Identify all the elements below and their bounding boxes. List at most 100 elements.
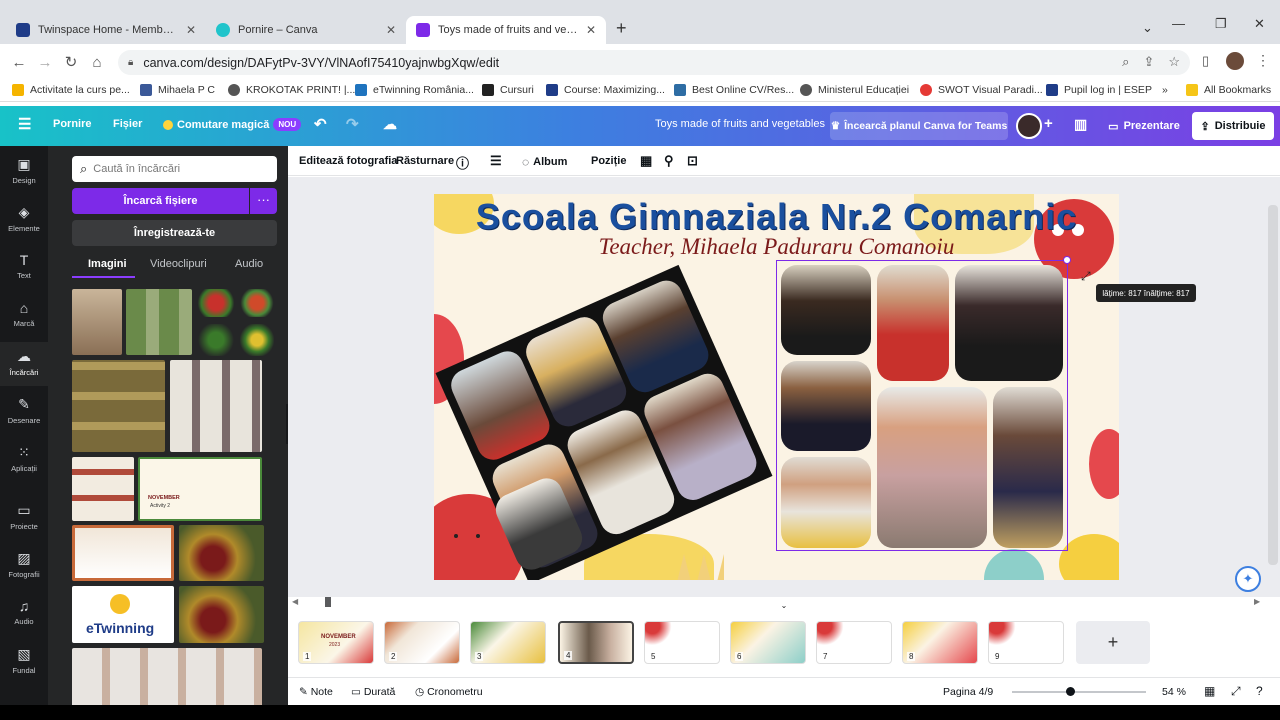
page-thumbnail[interactable]: 9 bbox=[988, 621, 1064, 664]
tab-videos[interactable]: Videoclipuri bbox=[150, 258, 207, 270]
slide-page[interactable]: Scoala Gimnaziala Nr.2 Comarnic Teacher,… bbox=[434, 194, 1119, 580]
add-collaborator-icon[interactable]: + bbox=[1044, 115, 1053, 132]
upload-more-options-button[interactable]: ··· bbox=[250, 188, 277, 214]
scroll-left-icon[interactable]: ◀ bbox=[292, 597, 298, 606]
tab-images[interactable]: Imagini bbox=[88, 258, 127, 270]
rail-draw[interactable]: ✎ Desenare bbox=[0, 396, 48, 425]
rail-uploads[interactable]: ☁ Încărcări bbox=[0, 342, 48, 386]
upload-files-button[interactable]: Încarcă fișiere bbox=[72, 188, 249, 214]
tab-audio[interactable]: Audio bbox=[235, 258, 263, 270]
selected-photo-grid[interactable]: ⤢ bbox=[776, 256, 1091, 551]
insights-chart-icon[interactable]: ▥ bbox=[1074, 116, 1087, 133]
user-avatar[interactable] bbox=[1016, 113, 1042, 139]
uploads-search-input[interactable]: ⌕ Caută în încărcări bbox=[72, 156, 277, 182]
photo-frame[interactable] bbox=[781, 457, 871, 548]
close-tab-icon[interactable]: ✕ bbox=[186, 23, 196, 37]
bookmark-star-icon[interactable]: ☆ bbox=[1168, 54, 1180, 70]
side-panel-icon[interactable]: ▯ bbox=[1202, 53, 1209, 69]
slide-title[interactable]: Scoala Gimnaziala Nr.2 Comarnic bbox=[434, 196, 1119, 238]
slide-subtitle[interactable]: Teacher, Mihaela Paduraru Comanoiu bbox=[434, 234, 1119, 260]
home-button[interactable]: Pornire bbox=[53, 118, 92, 130]
upload-thumbnail[interactable] bbox=[72, 457, 134, 521]
bookmark-item[interactable]: Course: Maximizing... bbox=[546, 84, 665, 96]
lock-icon[interactable]: ⊡ bbox=[687, 153, 698, 169]
maximize-icon[interactable]: ❐ bbox=[1215, 16, 1227, 32]
new-tab-button[interactable]: + bbox=[616, 18, 627, 39]
upload-thumbnail[interactable] bbox=[240, 324, 274, 356]
rail-design[interactable]: ▣ Design bbox=[0, 156, 48, 185]
document-title[interactable]: Toys made of fruits and vegetables bbox=[655, 118, 825, 130]
photo-frame[interactable] bbox=[955, 265, 1063, 381]
add-page-button[interactable]: + bbox=[1076, 621, 1150, 664]
info-icon[interactable]: ⓘ bbox=[456, 153, 469, 172]
bookmark-item[interactable]: Best Online CV/Res... bbox=[674, 84, 794, 96]
forward-icon[interactable]: → bbox=[32, 54, 58, 71]
zoom-slider-knob[interactable] bbox=[1066, 687, 1075, 696]
page-thumbnail[interactable]: 7 bbox=[816, 621, 892, 664]
browser-tab-design[interactable]: Toys made of fruits and vegetab ✕ bbox=[406, 16, 606, 44]
bookmark-item[interactable]: KROKOTAK PRINT! |... bbox=[228, 84, 355, 96]
photo-frame[interactable] bbox=[781, 265, 871, 355]
rail-text[interactable]: T Text bbox=[0, 252, 48, 280]
bookmark-item[interactable]: Activitate la curs pe... bbox=[12, 84, 130, 96]
share-page-icon[interactable]: ⇪ bbox=[1143, 54, 1154, 70]
bookmark-item[interactable]: Ministerul Educației bbox=[800, 84, 909, 96]
file-menu-button[interactable]: Fișier bbox=[113, 118, 142, 130]
back-icon[interactable]: ← bbox=[6, 54, 32, 71]
browser-menu-icon[interactable]: ⋮ bbox=[1256, 52, 1270, 69]
page-thumbnail[interactable]: 6 bbox=[730, 621, 806, 664]
bookmark-item[interactable]: SWOT Visual Paradi... bbox=[920, 84, 1043, 96]
page-thumbnail[interactable]: 2 bbox=[384, 621, 460, 664]
fullscreen-icon[interactable]: ⤢ bbox=[1231, 684, 1241, 699]
rail-audio[interactable]: ♫ Audio bbox=[0, 598, 48, 626]
album-button[interactable]: ◌ Album bbox=[522, 155, 567, 169]
upload-thumbnail[interactable] bbox=[72, 525, 174, 581]
minimize-icon[interactable]: — bbox=[1172, 16, 1185, 31]
collapse-strip-icon[interactable]: ⌄ bbox=[776, 601, 792, 611]
upload-thumbnail[interactable] bbox=[72, 648, 262, 708]
upload-thumbnail[interactable] bbox=[196, 289, 236, 317]
upload-thumbnail[interactable] bbox=[126, 289, 192, 355]
notes-button[interactable]: ✎ Note bbox=[299, 686, 333, 698]
photo-frame[interactable] bbox=[993, 387, 1063, 548]
page-thumbnail[interactable]: 5 bbox=[644, 621, 720, 664]
page-indicator[interactable]: Pagina 4/9 bbox=[943, 686, 993, 698]
close-tab-icon[interactable]: ✕ bbox=[586, 23, 596, 37]
flip-button[interactable]: Răsturnare bbox=[396, 155, 454, 167]
page-thumbnail[interactable]: 8 bbox=[902, 621, 978, 664]
resize-handle[interactable] bbox=[1063, 256, 1071, 264]
magic-switch-button[interactable]: Comutare magică NOU bbox=[163, 118, 302, 131]
page-thumbnail-current[interactable]: 4 bbox=[558, 621, 634, 664]
upload-thumbnail[interactable] bbox=[170, 360, 262, 452]
cloud-save-icon[interactable]: ☁ bbox=[383, 116, 397, 133]
page-thumbnail[interactable]: NOVEMBER 2023 1 bbox=[298, 621, 374, 664]
url-input[interactable]: 🔒︎ canva.com/design/DAFytPv-3VY/VlNAofI7… bbox=[118, 50, 1190, 75]
rail-projects[interactable]: ▭ Proiecte bbox=[0, 502, 48, 531]
rail-brand[interactable]: ⌂ Marcă bbox=[0, 300, 48, 328]
border-weight-icon[interactable]: ☰ bbox=[490, 153, 502, 169]
more-bookmarks-button[interactable]: » bbox=[1162, 84, 1168, 96]
rail-photos[interactable]: ▨ Fotografii bbox=[0, 550, 48, 579]
all-bookmarks-folder[interactable]: All Bookmarks bbox=[1186, 84, 1271, 96]
zoom-slider-track[interactable] bbox=[1012, 691, 1146, 693]
upgrade-teams-button[interactable]: ♛ Încearcă planul Canva for Teams bbox=[830, 112, 1008, 140]
profile-avatar[interactable] bbox=[1226, 52, 1244, 70]
bookmark-item[interactable]: Pupil log in | ESEP bbox=[1046, 84, 1152, 96]
upload-thumbnail[interactable] bbox=[179, 586, 264, 643]
zoom-level[interactable]: 54 % bbox=[1162, 686, 1186, 698]
upload-thumbnail-november[interactable]: NOVEMBER Activity 2 bbox=[138, 457, 262, 521]
help-icon[interactable]: ? bbox=[1256, 684, 1263, 698]
present-button[interactable]: ▭ Prezentare bbox=[1100, 112, 1188, 140]
grid-view-icon[interactable]: ▦ bbox=[1204, 684, 1215, 698]
photo-frame[interactable] bbox=[877, 265, 949, 381]
rail-elements[interactable]: ◈ Elemente bbox=[0, 204, 48, 233]
tab-search-icon[interactable]: ⌄ bbox=[1142, 20, 1153, 36]
redo-icon[interactable]: ↷ bbox=[346, 115, 359, 133]
browser-tab-twinspace[interactable]: Twinspace Home - Member | ESE ✕ bbox=[6, 16, 206, 44]
share-button[interactable]: ⇪ Distribuie bbox=[1192, 112, 1274, 140]
duration-button[interactable]: ▭ Durată bbox=[351, 686, 395, 698]
close-window-icon[interactable]: ✕ bbox=[1254, 16, 1265, 32]
page-thumbnail[interactable]: 3 bbox=[470, 621, 546, 664]
transparency-icon[interactable]: ▦ bbox=[640, 153, 652, 169]
upload-thumbnail[interactable] bbox=[72, 289, 122, 355]
